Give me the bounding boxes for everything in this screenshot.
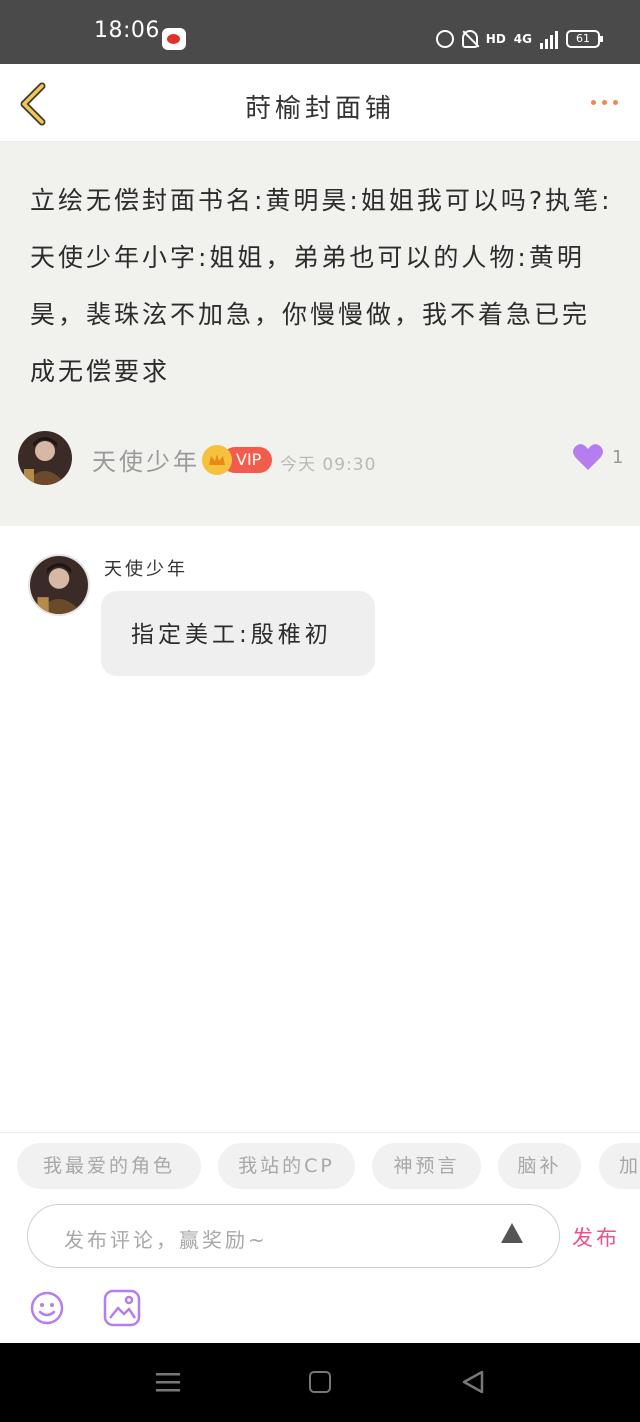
weibo-icon <box>162 28 186 50</box>
tag-chip[interactable]: 神预言 <box>372 1143 481 1189</box>
more-dots-icon[interactable] <box>591 100 618 105</box>
heart-icon[interactable] <box>572 442 604 472</box>
commenter-avatar[interactable] <box>28 554 90 616</box>
send-arrow-icon[interactable] <box>500 1222 524 1244</box>
post-card: 立绘无偿封面书名:黄明昊:姐姐我可以吗?执笔:天使少年小字:姐姐，弟弟也可以的人… <box>0 142 640 526</box>
system-nav-bar <box>0 1343 640 1422</box>
home-icon[interactable] <box>309 1371 331 1393</box>
like-count: 1 <box>612 447 624 468</box>
comment-text: 指定美工:殷稚初 <box>131 622 332 648</box>
back-triangle-icon[interactable] <box>462 1370 484 1394</box>
avatar[interactable] <box>18 431 72 485</box>
post-content: 立绘无偿封面书名:黄明昊:姐姐我可以吗?执笔:天使少年小字:姐姐，弟弟也可以的人… <box>30 186 613 386</box>
alarm-icon <box>435 30 454 48</box>
post-author-name[interactable]: 天使少年 <box>92 442 200 477</box>
page-title: 莳榆封面铺 <box>244 94 395 124</box>
comment-input-placeholder: 发布评论，赢奖励~ <box>64 1228 268 1252</box>
hd-icon: HD <box>485 32 506 46</box>
crown-icon <box>202 445 232 475</box>
emoji-icon[interactable] <box>30 1291 64 1325</box>
tag-chip[interactable]: 我最爱的角色 <box>17 1143 201 1189</box>
publish-button[interactable]: 发布 <box>572 1222 620 1252</box>
comment-input[interactable]: 发布评论，赢奖励~ <box>27 1204 560 1268</box>
signal-icon <box>540 29 558 49</box>
network-type: 4G <box>513 32 532 46</box>
battery-icon: 61 <box>566 30 603 48</box>
post-time: 今天 09:30 <box>280 455 377 475</box>
status-icons: HD 4G 61 <box>435 28 603 50</box>
mute-bell-icon <box>461 30 478 48</box>
tag-chip[interactable]: 我站的CP <box>218 1143 355 1189</box>
image-icon[interactable] <box>103 1289 141 1327</box>
status-time: 18:06 <box>94 18 160 43</box>
comment-bubble: 指定美工:殷稚初 <box>101 591 375 676</box>
top-header: 莳榆封面铺 <box>0 64 640 142</box>
commenter-name[interactable]: 天使少年 <box>104 555 188 581</box>
menu-icon[interactable] <box>156 1371 180 1393</box>
status-bar: 18:06 HD 4G 61 <box>0 0 640 64</box>
tag-chip[interactable]: 脑补 <box>498 1143 581 1189</box>
app-screen: 18:06 HD 4G 61 莳榆封面铺 立绘无偿封面书名:黄明昊:姐姐我可以吗… <box>0 0 640 1422</box>
quick-tags-bar: 我最爱的角色 我站的CP 神预言 脑补 加 <box>0 1132 640 1200</box>
tag-chip[interactable]: 加 <box>599 1143 640 1189</box>
